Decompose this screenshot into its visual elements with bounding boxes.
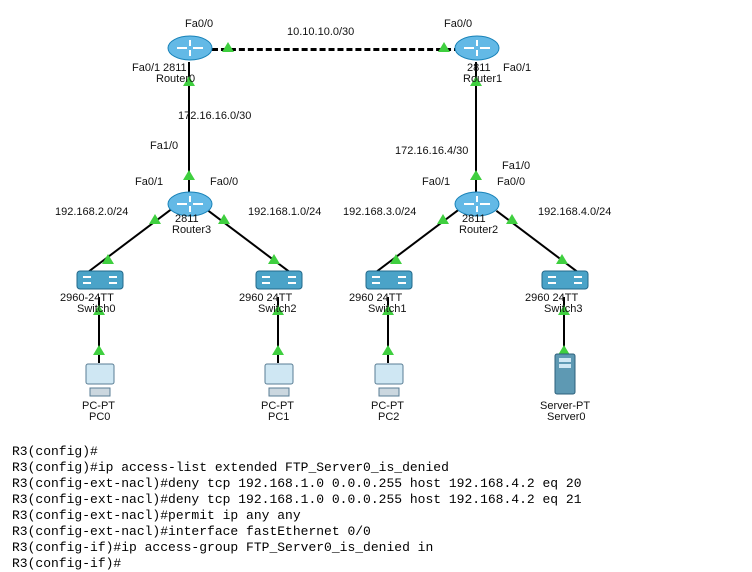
link-arrow-icon (437, 214, 449, 224)
link-arrow-icon (222, 42, 234, 52)
subnet-label: 172.16.16.4/30 (395, 145, 468, 157)
switch-name: Switch1 (368, 303, 407, 315)
subnet-label: 192.168.3.0/24 (343, 206, 416, 218)
switch-name: Switch3 (544, 303, 583, 315)
link-arrow-icon (268, 254, 280, 264)
pc-icon[interactable] (259, 360, 299, 400)
iface-label: Fa0/1 (135, 176, 163, 188)
iface-label: Fa0/0 (210, 176, 238, 188)
pc-name: PC2 (378, 411, 399, 423)
pc-icon[interactable] (80, 360, 120, 400)
link-arrow-icon (93, 345, 105, 355)
pc-name: PC1 (268, 411, 289, 423)
pc-name: PC0 (89, 411, 110, 423)
switch-icon[interactable] (540, 265, 590, 295)
router-name: Router2 (459, 224, 498, 236)
server-icon[interactable] (545, 352, 585, 400)
cli-output: R3(config)# R3(config)#ip access-list ex… (12, 444, 732, 572)
subnet-label: 10.10.10.0/30 (287, 26, 354, 38)
link-arrow-icon (102, 254, 114, 264)
subnet-label: 192.168.4.0/24 (538, 206, 611, 218)
iface-label: Fa0/0 (185, 18, 213, 30)
switch-icon[interactable] (364, 265, 414, 295)
subnet-label: 172.16.16.0/30 (178, 110, 251, 122)
topology-canvas: Fa0/0 Fa0/1 Fa1/0 2811 Router0 10.10.10.… (0, 0, 752, 440)
router-icon[interactable] (167, 34, 213, 62)
link-arrow-icon (183, 170, 195, 180)
iface-label: Fa0/0 (497, 176, 525, 188)
iface-label: Fa1/0 (150, 140, 178, 152)
subnet-label: 192.168.1.0/24 (248, 206, 321, 218)
switch-name: Switch2 (258, 303, 297, 315)
iface-label: Fa0/1 (422, 176, 450, 188)
iface-label: Fa0/1 (503, 62, 531, 74)
link-arrow-icon (272, 345, 284, 355)
link-arrow-icon (506, 214, 518, 224)
subnet-label: 192.168.2.0/24 (55, 206, 128, 218)
link-arrow-icon (556, 254, 568, 264)
switch-icon[interactable] (254, 265, 304, 295)
link-arrow-icon (149, 214, 161, 224)
link-r0-r1 (212, 48, 460, 51)
iface-label: Fa0/0 (444, 18, 472, 30)
link-arrow-icon (390, 254, 402, 264)
switch-icon[interactable] (75, 265, 125, 295)
link-arrow-icon (438, 42, 450, 52)
pc-icon[interactable] (369, 360, 409, 400)
link-arrow-icon (218, 214, 230, 224)
router-name: Router0 (156, 73, 195, 85)
link-arrow-icon (470, 170, 482, 180)
link-arrow-icon (382, 345, 394, 355)
router-icon[interactable] (454, 34, 500, 62)
router-name: Router1 (463, 73, 502, 85)
iface-label: Fa1/0 (502, 160, 530, 172)
router-name: Router3 (172, 224, 211, 236)
server-name: Server0 (547, 411, 586, 423)
switch-name: Switch0 (77, 303, 116, 315)
